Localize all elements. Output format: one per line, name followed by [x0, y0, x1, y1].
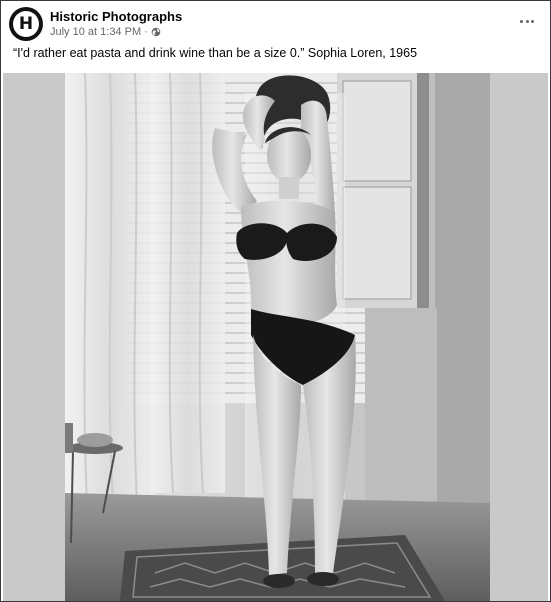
globe-icon[interactable]	[151, 27, 161, 37]
page-name-link[interactable]: Historic Photographs	[50, 9, 182, 24]
photo-image	[65, 73, 490, 601]
photo-container[interactable]	[3, 73, 548, 601]
post-caption: “I'd rather eat pasta and drink wine tha…	[13, 46, 418, 60]
page-avatar[interactable]: H	[9, 7, 43, 41]
post-timestamp[interactable]: July 10 at 1:34 PM	[50, 26, 141, 38]
post-header: H Historic Photographs July 10 at 1:34 P…	[1, 1, 550, 73]
post-photo[interactable]	[65, 73, 490, 601]
post-card: H Historic Photographs July 10 at 1:34 P…	[0, 0, 551, 602]
avatar-letter: H	[18, 13, 34, 34]
avatar-ring: H	[13, 11, 39, 37]
meta-separator: ·	[144, 26, 148, 38]
more-options-icon[interactable]	[516, 13, 538, 29]
post-meta: July 10 at 1:34 PM ·	[50, 26, 161, 38]
